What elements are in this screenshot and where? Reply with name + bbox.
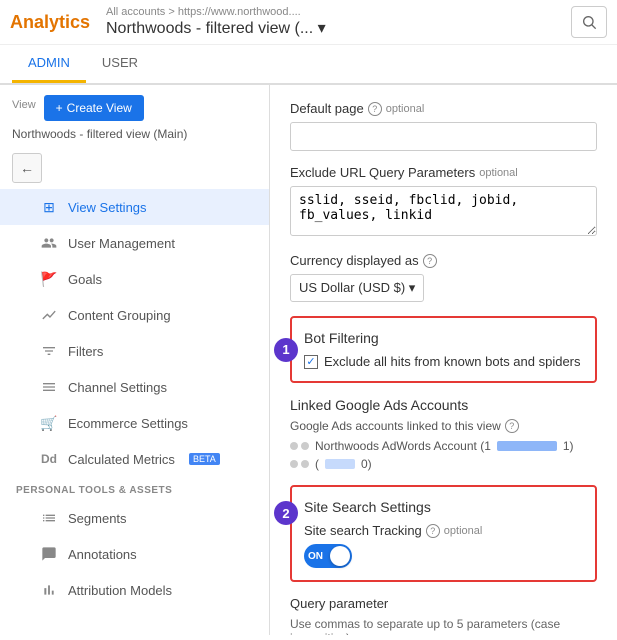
site-search-toggle[interactable]: ON [304,544,352,568]
sidebar: View + Create View Northwoods - filtered… [0,85,270,635]
sidebar-item-annotations-label: Annotations [68,547,137,562]
sidebar-item-channel-settings-label: Channel Settings [68,380,167,395]
search-button[interactable] [571,6,607,38]
bot-filtering-checkbox-row: Exclude all hits from known bots and spi… [304,354,583,369]
breadcrumb-section: All accounts > https://www.northwood....… [106,6,571,38]
ads-dots-2 [290,460,309,468]
ads-account-2-suffix: 0) [361,457,372,471]
linked-ads-section: Linked Google Ads Accounts Google Ads ac… [290,397,597,471]
sidebar-item-ecommerce-settings-label: Ecommerce Settings [68,416,188,431]
currency-help-icon[interactable]: ? [423,254,437,268]
personal-section-header: PERSONAL TOOLS & ASSETS [0,477,269,500]
sidebar-item-calculated-metrics[interactable]: Dd Calculated Metrics BETA [0,441,269,477]
site-search-box: Site Search Settings Site search Trackin… [290,485,597,582]
ads-account-1-suffix: 1) [563,439,574,453]
step-1-badge: 1 [274,338,298,362]
user-management-icon [40,234,58,252]
toggle-knob [330,546,350,566]
analytics-logo: Analytics [10,12,90,33]
sidebar-item-ecommerce-settings[interactable]: 🛒 Ecommerce Settings [0,405,269,441]
sidebar-view-section: View + Create View Northwoods - filtered… [0,85,269,147]
channel-settings-icon [40,378,58,396]
view-title[interactable]: Northwoods - filtered view (... ▾ [106,18,571,38]
bot-filtering-checkbox[interactable] [304,355,318,369]
sidebar-item-calculated-metrics-label: Calculated Metrics [68,452,175,467]
bot-filtering-container: 1 Bot Filtering Exclude all hits from kn… [290,316,597,383]
default-page-label: Default page ? optional [290,101,597,116]
view-label: View [12,99,36,111]
breadcrumb: All accounts > https://www.northwood.... [106,6,571,18]
back-button[interactable]: ← [12,153,42,183]
tab-admin[interactable]: ADMIN [12,45,86,83]
segments-icon [40,509,58,527]
ads-dots-1 [290,442,309,450]
default-page-help-icon[interactable]: ? [368,102,382,116]
sidebar-item-view-settings-label: View Settings [68,200,147,215]
linked-ads-help-icon[interactable]: ? [505,419,519,433]
goals-icon: 🚩 [40,270,58,288]
sidebar-item-user-management[interactable]: User Management [0,225,269,261]
ads-bar-2 [325,459,355,469]
site-search-title: Site Search Settings [304,499,583,515]
query-param-label: Query parameter [290,596,597,611]
exclude-url-input[interactable]: sslid, sseid, fbclid, jobid, fb_values, … [290,186,597,236]
sidebar-item-view-settings[interactable]: ⊞ View Settings [0,189,269,225]
content-grouping-icon [40,306,58,324]
sidebar-item-user-management-label: User Management [68,236,175,251]
ecommerce-settings-icon: 🛒 [40,414,58,432]
bot-filtering-checkbox-label: Exclude all hits from known bots and spi… [324,354,581,369]
sidebar-item-goals[interactable]: 🚩 Goals [0,261,269,297]
site-search-optional: optional [444,525,483,537]
view-settings-icon: ⊞ [40,198,58,216]
site-search-help-icon[interactable]: ? [426,524,440,538]
ads-account-row-2: ( 0) [290,457,597,471]
query-param-note: Use commas to separate up to 5 parameter… [290,617,597,635]
currency-select[interactable]: US Dollar (USD $) ▾ [290,274,424,302]
filters-icon [40,342,58,360]
linked-ads-subtitle: Google Ads accounts linked to this view … [290,419,597,433]
create-view-plus: + [56,101,63,115]
exclude-url-optional: optional [479,167,518,179]
sidebar-item-content-grouping[interactable]: Content Grouping [0,297,269,333]
default-page-optional: optional [386,103,425,115]
bot-filtering-title: Bot Filtering [304,330,583,346]
sidebar-item-segments[interactable]: Segments [0,500,269,536]
bot-filtering-box: Bot Filtering Exclude all hits from know… [290,316,597,383]
create-view-button[interactable]: + Create View [44,95,144,121]
sidebar-item-segments-label: Segments [68,511,127,526]
sidebar-view-name: Northwoods - filtered view (Main) [12,127,257,141]
sidebar-item-filters[interactable]: Filters [0,333,269,369]
attribution-models-icon [40,581,58,599]
sidebar-item-annotations[interactable]: Annotations [0,536,269,572]
tab-bar: ADMIN USER [0,45,617,84]
ads-account-1-label: Northwoods AdWords Account (1 [315,439,491,453]
linked-ads-title: Linked Google Ads Accounts [290,397,597,413]
create-view-label: Create View [67,101,132,115]
sidebar-item-channel-settings[interactable]: Channel Settings [0,369,269,405]
toggle-on-label: ON [308,551,323,562]
ads-account-2-label: ( [315,457,319,471]
calculated-metrics-icon: Dd [40,450,58,468]
content-area: Default page ? optional Exclude URL Quer… [270,85,617,635]
tab-user[interactable]: USER [86,45,154,83]
toggle-row: ON [304,544,583,568]
exclude-url-label: Exclude URL Query Parameters optional [290,165,597,180]
default-page-input[interactable] [290,122,597,151]
sidebar-item-content-grouping-label: Content Grouping [68,308,171,323]
ads-bar-1 [497,441,557,451]
step-2-badge: 2 [274,501,298,525]
site-search-container: 2 Site Search Settings Site search Track… [290,485,597,582]
currency-label: Currency displayed as ? [290,253,597,268]
site-search-tracking-label: Site search Tracking ? optional [304,523,583,538]
sidebar-item-attribution-models-label: Attribution Models [68,583,172,598]
sidebar-item-goals-label: Goals [68,272,102,287]
ads-account-row-1: Northwoods AdWords Account (1 1) [290,439,597,453]
annotations-icon [40,545,58,563]
sidebar-item-filters-label: Filters [68,344,103,359]
sidebar-item-attribution-models[interactable]: Attribution Models [0,572,269,608]
beta-badge: BETA [189,453,220,465]
